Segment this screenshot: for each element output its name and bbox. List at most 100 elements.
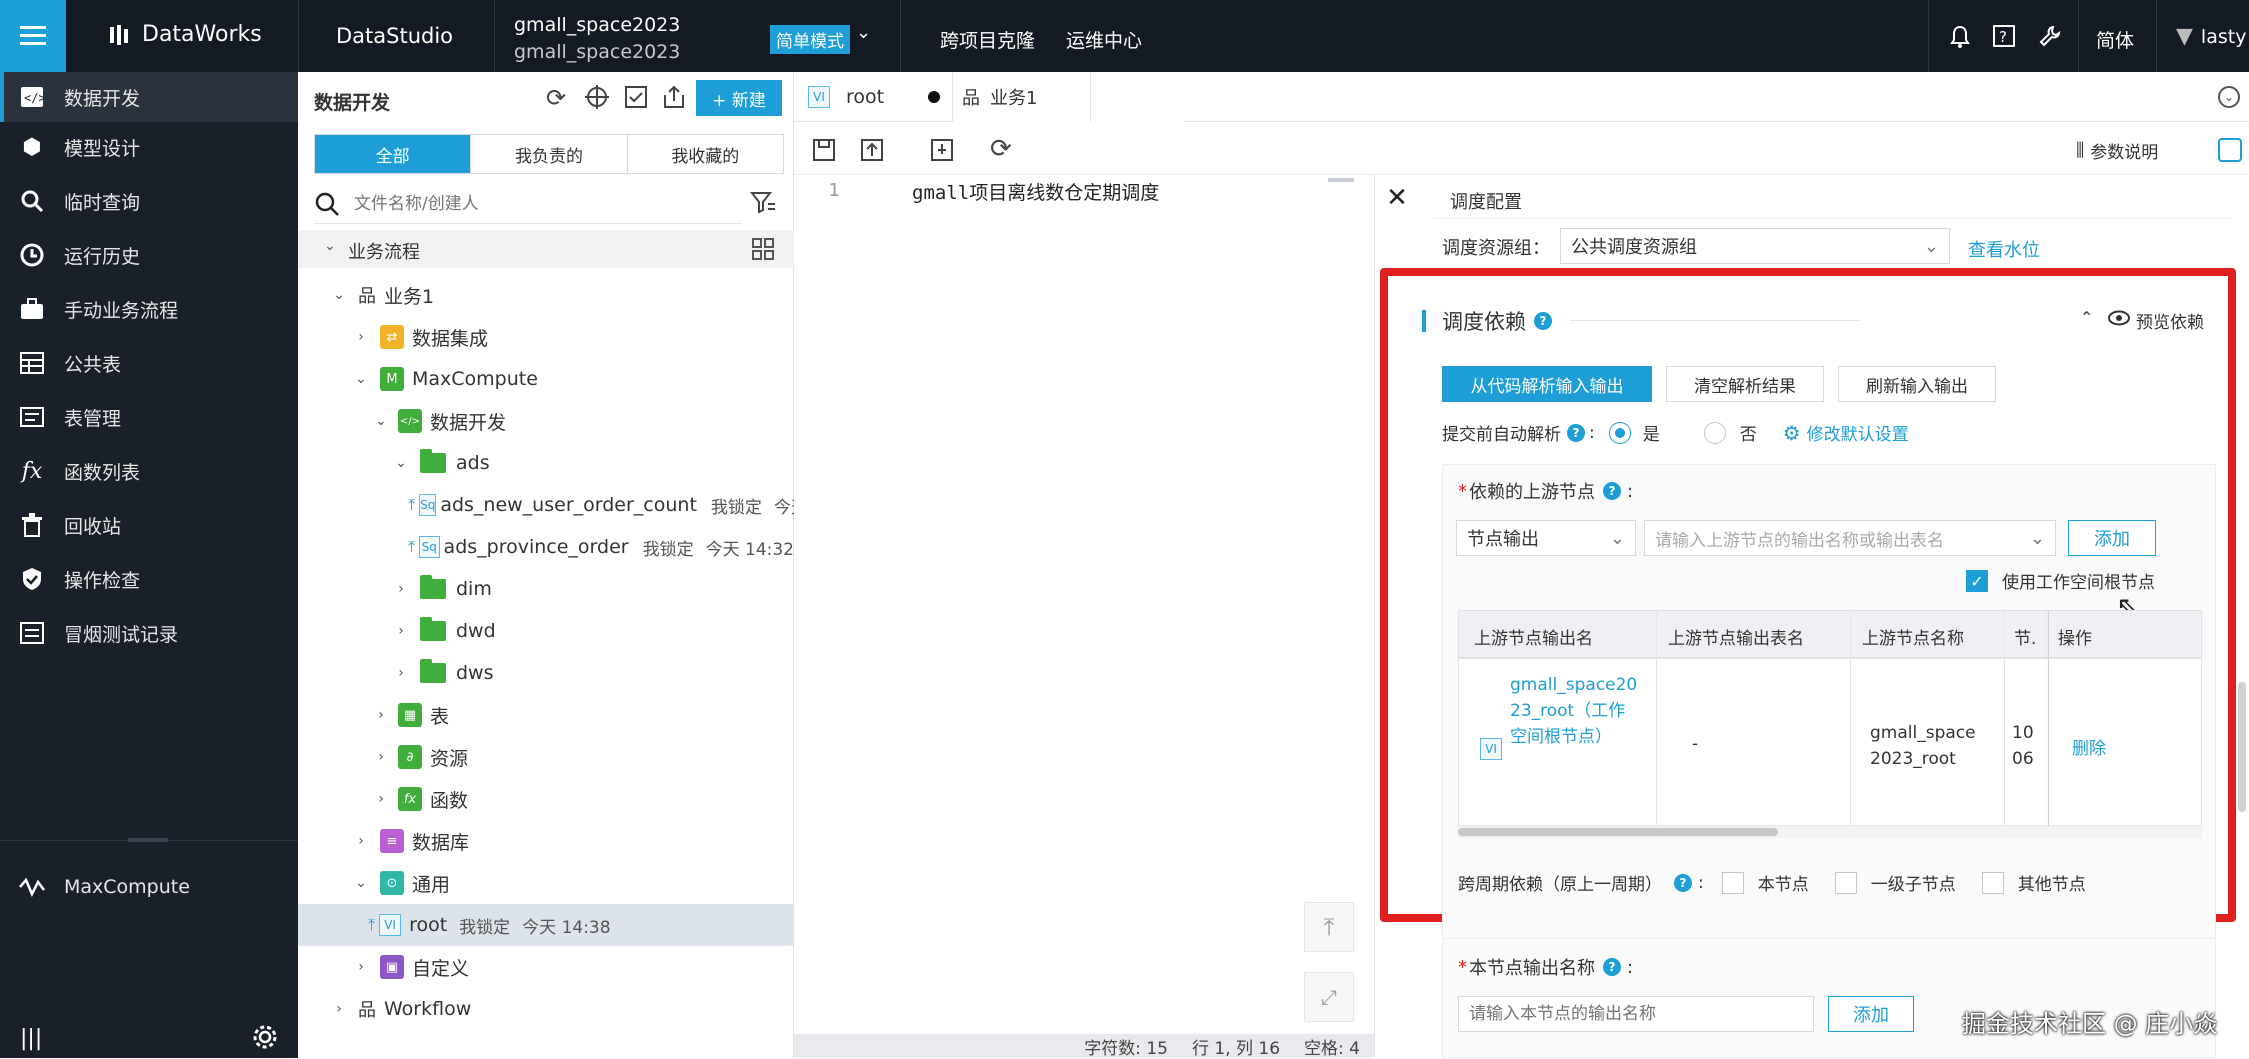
- tree-node-ads[interactable]: ⌄ ads: [298, 442, 794, 484]
- tree-node-dim[interactable]: › dim: [298, 568, 794, 610]
- tree-file-ads-new-user-order-count[interactable]: ⤒Sq ads_new_user_order_count 我锁定 今天: [298, 484, 794, 526]
- sidebar-item-recycle-bin[interactable]: 回收站: [0, 500, 298, 550]
- collapse-sidebar-icon[interactable]: |||: [20, 1026, 42, 1051]
- sidebar-item-model-design[interactable]: ⬢ 模型设计: [0, 122, 298, 172]
- tab-mine[interactable]: 我负责的: [470, 135, 626, 173]
- param-help-link[interactable]: ⫼ 参数说明: [2076, 138, 2158, 163]
- language-switch[interactable]: 简体: [2096, 26, 2134, 53]
- tab-root[interactable]: VI root: [808, 86, 941, 108]
- tree-node-database[interactable]: › ≡ 数据库: [298, 820, 794, 862]
- tree-node-data-integration[interactable]: › ⇄ 数据集成: [298, 316, 794, 358]
- tree-node-tables[interactable]: › ▦ 表: [298, 694, 794, 736]
- use-root-checkbox[interactable]: ✓: [1966, 569, 1988, 592]
- fullscreen-icon[interactable]: ⤢: [1304, 972, 1354, 1022]
- upstream-type-select[interactable]: 节点输出 ⌄: [1456, 520, 1636, 556]
- info-icon[interactable]: ?: [1603, 958, 1621, 976]
- panel-scrollbar[interactable]: [2238, 682, 2246, 812]
- filter-icon[interactable]: [749, 190, 776, 221]
- tree-node-dws[interactable]: › dws: [298, 652, 794, 694]
- code-line[interactable]: gmall项目离线数仓定期调度: [912, 178, 1159, 205]
- cross-cycle-child-checkbox[interactable]: [1834, 871, 1857, 894]
- tab-all[interactable]: 全部: [315, 135, 471, 173]
- refresh-icon[interactable]: ⟳: [546, 84, 566, 112]
- tab-favorites[interactable]: 我收藏的: [626, 135, 783, 173]
- tree-node-workflow[interactable]: › 品 Workflow: [298, 988, 794, 1030]
- info-icon[interactable]: ?: [1567, 423, 1585, 442]
- help-icon[interactable]: ?: [1992, 24, 2016, 48]
- cross-cycle-self-checkbox[interactable]: [1721, 871, 1744, 894]
- submit-icon[interactable]: [860, 138, 884, 167]
- info-icon[interactable]: ?: [1534, 312, 1552, 330]
- cross-project-clone-link[interactable]: 跨项目克隆: [940, 26, 1035, 53]
- cross-cycle-other-checkbox[interactable]: [1981, 871, 2004, 894]
- auto-parse-yes-radio[interactable]: [1608, 421, 1631, 444]
- search-input[interactable]: [354, 193, 714, 214]
- bell-icon[interactable]: [1948, 24, 1972, 50]
- tree-node-data-dev[interactable]: ⌄ </> 数据开发: [298, 400, 794, 442]
- add-output-button[interactable]: 添加: [1828, 996, 1914, 1032]
- sidebar-item-run-history[interactable]: 运行历史: [0, 230, 298, 280]
- tree-node-resources[interactable]: › ∂ 资源: [298, 736, 794, 778]
- sidebar-item-data-dev[interactable]: </> 数据开发: [0, 72, 298, 122]
- lock-edit-icon[interactable]: [930, 138, 954, 167]
- mode-badge[interactable]: 简单模式: [770, 25, 850, 54]
- brand[interactable]: DataWorks: [108, 22, 262, 47]
- export-icon[interactable]: [662, 85, 686, 114]
- save-icon[interactable]: [812, 138, 836, 167]
- tree-node-functions[interactable]: › fx 函数: [298, 778, 794, 820]
- locate-icon[interactable]: [584, 84, 610, 115]
- table-scrollbar-thumb[interactable]: [1458, 828, 1778, 836]
- delete-upstream-link[interactable]: 删除: [2072, 734, 2106, 759]
- modify-default-link[interactable]: 修改默认设置: [1807, 420, 1909, 445]
- tree-node-business-flow[interactable]: ⌄ 品 业务1: [298, 274, 794, 316]
- tree-node-maxcompute[interactable]: ⌄ M MaxCompute: [298, 358, 794, 400]
- sidebar-item-maxcompute[interactable]: MaxCompute: [0, 862, 298, 912]
- sidebar-item-manual-flow[interactable]: 手动业务流程: [0, 284, 298, 334]
- new-button[interactable]: + 新建: [696, 80, 782, 116]
- resource-group-select[interactable]: 公共调度资源组 ⌄: [1560, 228, 1950, 264]
- user-menu[interactable]: ▼ lasty: [2176, 24, 2246, 49]
- output-name-input[interactable]: [1458, 996, 1814, 1032]
- tree-node-custom[interactable]: › ▣ 自定义: [298, 946, 794, 988]
- tree-node-general[interactable]: ⌄ ⊙ 通用: [298, 862, 794, 904]
- chevron-down-icon[interactable]: ⌄: [2218, 86, 2240, 108]
- chevron-down-icon[interactable]: ⌄: [856, 22, 871, 43]
- sidebar-item-ad-hoc-query[interactable]: 临时查询: [0, 176, 298, 226]
- clear-parse-button[interactable]: 清空解析结果: [1666, 366, 1824, 402]
- grid-view-icon[interactable]: [752, 238, 774, 265]
- gear-icon[interactable]: ⚙: [1783, 421, 1801, 445]
- tree-file-root[interactable]: ⤒ VI root 我锁定 今天 14:38: [298, 904, 794, 946]
- unsaved-dot-icon[interactable]: [928, 91, 941, 103]
- sidebar-item-function-list[interactable]: fx 函数列表: [0, 446, 298, 496]
- ops-center-link[interactable]: 运维中心: [1066, 26, 1142, 53]
- workspace-switcher[interactable]: gmall_space2023 gmall_space2023: [514, 12, 680, 66]
- close-icon[interactable]: ✕: [1384, 183, 1410, 213]
- upstream-output-name-link[interactable]: gmall_space2023_root（工作空间根节点）: [1510, 672, 1640, 750]
- resize-handle[interactable]: [128, 838, 168, 842]
- water-level-link[interactable]: 查看水位: [1968, 236, 2040, 262]
- tree-file-ads-province-order[interactable]: ⤒ Sq ads_province_order 我锁定 今天 14:32: [298, 526, 794, 568]
- refresh-icon[interactable]: ⟳: [990, 134, 1012, 164]
- sidebar-item-operation-check[interactable]: 操作检查: [0, 554, 298, 604]
- sidebar-item-table-mgmt[interactable]: 表管理: [0, 392, 298, 442]
- module-name[interactable]: DataStudio: [336, 24, 453, 48]
- info-icon[interactable]: ?: [1603, 482, 1621, 500]
- info-icon[interactable]: ?: [1674, 873, 1692, 892]
- tab-business-1[interactable]: 品 业务1: [954, 72, 1184, 122]
- scroll-top-icon[interactable]: ⤒: [1304, 902, 1354, 952]
- upstream-search-select[interactable]: 请输入上游节点的输出名称或输出表名 ⌄: [1644, 520, 2056, 556]
- import-icon[interactable]: [624, 85, 648, 114]
- chevron-up-icon[interactable]: ⌃: [2080, 308, 2093, 327]
- add-upstream-button[interactable]: 添加: [2068, 520, 2156, 556]
- wrench-icon[interactable]: [2038, 24, 2062, 48]
- preview-dependency-link[interactable]: 预览依赖: [2108, 308, 2204, 333]
- tree-node-dwd[interactable]: › dwd: [298, 610, 794, 652]
- sidebar-item-smoke-test[interactable]: 冒烟测试记录: [0, 608, 298, 658]
- side-panel-icon[interactable]: [2218, 138, 2242, 162]
- parse-from-code-button[interactable]: 从代码解析输入输出: [1442, 366, 1652, 402]
- gear-icon[interactable]: [252, 1024, 278, 1055]
- hamburger-menu-button[interactable]: [0, 0, 66, 72]
- sidebar-item-public-table[interactable]: 公共表: [0, 338, 298, 388]
- auto-parse-no-radio[interactable]: [1703, 421, 1726, 444]
- refresh-io-button[interactable]: 刷新输入输出: [1838, 366, 1996, 402]
